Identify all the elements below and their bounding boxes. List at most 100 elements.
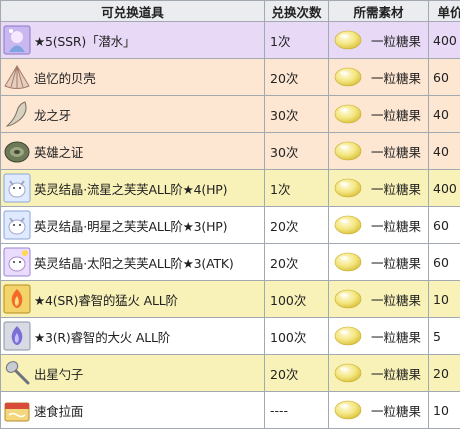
material-cell: 一粒糖果 (329, 207, 429, 244)
unit-price: 400 (429, 22, 460, 59)
material-cell: 一粒糖果 (329, 355, 429, 392)
table-row: 英灵结晶·明星之芙芙ALL阶★3(HP) 20次 一粒糖果 60 (1, 207, 460, 244)
header-times[interactable]: 兑换次数 (265, 1, 329, 22)
exchange-times: 30次 (265, 96, 329, 133)
table-row: 追忆的贝壳 20次 一粒糖果 60 (1, 59, 460, 96)
header-material[interactable]: 所需素材 (329, 1, 429, 22)
material-name[interactable]: 一粒糖果 (371, 327, 421, 346)
material-cell: 一粒糖果 (329, 170, 429, 207)
item-name[interactable]: 龙之牙 (34, 105, 71, 124)
header-item[interactable]: 可兑换道具 (1, 1, 265, 22)
item-cell: 龙之牙 (1, 96, 265, 133)
ramen-icon[interactable] (3, 395, 31, 425)
item-cell: 出星勺子 (1, 355, 265, 392)
item-cell: ★5(SSR)「潜水」 (1, 22, 265, 59)
material-cell: 一粒糖果 (329, 281, 429, 318)
candy-icon[interactable] (334, 289, 362, 309)
table-row: 龙之牙 30次 一粒糖果 40 (1, 96, 460, 133)
table-row: 英灵结晶·流星之芙芙ALL阶★4(HP) 1次 一粒糖果 400 (1, 170, 460, 207)
material-name[interactable]: 一粒糖果 (371, 105, 421, 124)
unit-price: 40 (429, 96, 460, 133)
table-row: 英灵结晶·太阳之芙芙ALL阶★3(ATK) 20次 一粒糖果 60 (1, 244, 460, 281)
unit-price: 5 (429, 318, 460, 355)
unit-price: 60 (429, 244, 460, 281)
item-cell: ★3(R)睿智的大火 ALL阶 (1, 318, 265, 355)
material-name[interactable]: 一粒糖果 (371, 179, 421, 198)
ember-silver-icon[interactable] (3, 321, 31, 351)
exchange-times: 30次 (265, 133, 329, 170)
exchange-times: 100次 (265, 318, 329, 355)
exchange-times: 20次 (265, 207, 329, 244)
exchange-times: 1次 (265, 170, 329, 207)
shell-icon[interactable] (3, 62, 31, 92)
hero-proof-icon[interactable] (3, 136, 31, 166)
candy-icon[interactable] (334, 400, 362, 420)
candy-icon[interactable] (334, 252, 362, 272)
material-name[interactable]: 一粒糖果 (371, 290, 421, 309)
candy-icon[interactable] (334, 363, 362, 383)
item-name[interactable]: ★3(R)睿智的大火 ALL阶 (34, 327, 170, 346)
candy-icon[interactable] (334, 326, 362, 346)
item-name[interactable]: 速食拉面 (34, 401, 83, 420)
servant-card-icon[interactable] (3, 25, 31, 55)
table-row: ★5(SSR)「潜水」 1次 一粒糖果 400 (1, 22, 460, 59)
table-header-row: 可兑换道具 兑换次数 所需素材 单价 (1, 1, 460, 22)
exchange-times: 1次 (265, 22, 329, 59)
material-name[interactable]: 一粒糖果 (371, 216, 421, 235)
item-cell: 英灵结晶·太阳之芙芙ALL阶★3(ATK) (1, 244, 265, 281)
material-cell: 一粒糖果 (329, 59, 429, 96)
material-cell: 一粒糖果 (329, 318, 429, 355)
item-name[interactable]: 追忆的贝壳 (34, 68, 96, 87)
candy-icon[interactable] (334, 215, 362, 235)
unit-price: 60 (429, 59, 460, 96)
ember-gold-icon[interactable] (3, 284, 31, 314)
unit-price: 40 (429, 133, 460, 170)
unit-price: 400 (429, 170, 460, 207)
material-name[interactable]: 一粒糖果 (371, 401, 421, 420)
exchange-times: 20次 (265, 59, 329, 96)
material-name[interactable]: 一粒糖果 (371, 142, 421, 161)
unit-price: 10 (429, 281, 460, 318)
material-name[interactable]: 一粒糖果 (371, 31, 421, 50)
table-row: 出星勺子 20次 一粒糖果 20 (1, 355, 460, 392)
item-name[interactable]: 英灵结晶·明星之芙芙ALL阶★3(HP) (34, 216, 227, 235)
material-name[interactable]: 一粒糖果 (371, 68, 421, 87)
candy-icon[interactable] (334, 104, 362, 124)
material-cell: 一粒糖果 (329, 244, 429, 281)
spoon-icon[interactable] (3, 358, 31, 388)
exchange-table: 可兑换道具 兑换次数 所需素材 单价 ★5(SSR)「潜水」1次一粒糖果400追… (0, 0, 460, 429)
candy-icon[interactable] (334, 67, 362, 87)
exchange-times: 20次 (265, 244, 329, 281)
header-price[interactable]: 单价 (429, 1, 460, 22)
item-cell: 追忆的贝壳 (1, 59, 265, 96)
fou-icon[interactable] (3, 210, 31, 240)
material-name[interactable]: 一粒糖果 (371, 364, 421, 383)
exchange-times: 100次 (265, 281, 329, 318)
item-name[interactable]: 英雄之证 (34, 142, 83, 161)
material-name[interactable]: 一粒糖果 (371, 253, 421, 272)
unit-price: 60 (429, 207, 460, 244)
material-cell: 一粒糖果 (329, 96, 429, 133)
item-name[interactable]: 出星勺子 (34, 364, 83, 383)
fou-atk-icon[interactable] (3, 247, 31, 277)
item-cell: 英灵结晶·流星之芙芙ALL阶★4(HP) (1, 170, 265, 207)
fou-icon[interactable] (3, 173, 31, 203)
exchange-times: 20次 (265, 355, 329, 392)
item-cell: 英雄之证 (1, 133, 265, 170)
item-cell: ★4(SR)睿智的猛火 ALL阶 (1, 281, 265, 318)
candy-icon[interactable] (334, 141, 362, 161)
material-cell: 一粒糖果 (329, 22, 429, 59)
candy-icon[interactable] (334, 30, 362, 50)
item-cell: 英灵结晶·明星之芙芙ALL阶★3(HP) (1, 207, 265, 244)
item-name[interactable]: ★4(SR)睿智的猛火 ALL阶 (34, 290, 178, 309)
item-name[interactable]: ★5(SSR)「潜水」 (34, 31, 135, 50)
material-cell: 一粒糖果 (329, 133, 429, 170)
unit-price: 20 (429, 355, 460, 392)
candy-icon[interactable] (334, 178, 362, 198)
dragon-fang-icon[interactable] (3, 99, 31, 129)
item-name[interactable]: 英灵结晶·流星之芙芙ALL阶★4(HP) (34, 179, 227, 198)
table-row: 英雄之证 30次 一粒糖果 40 (1, 133, 460, 170)
item-name[interactable]: 英灵结晶·太阳之芙芙ALL阶★3(ATK) (34, 253, 234, 272)
table-row: ★3(R)睿智的大火 ALL阶 100次 一粒糖果 5 (1, 318, 460, 355)
table-row: ★4(SR)睿智的猛火 ALL阶 100次 一粒糖果 10 (1, 281, 460, 318)
